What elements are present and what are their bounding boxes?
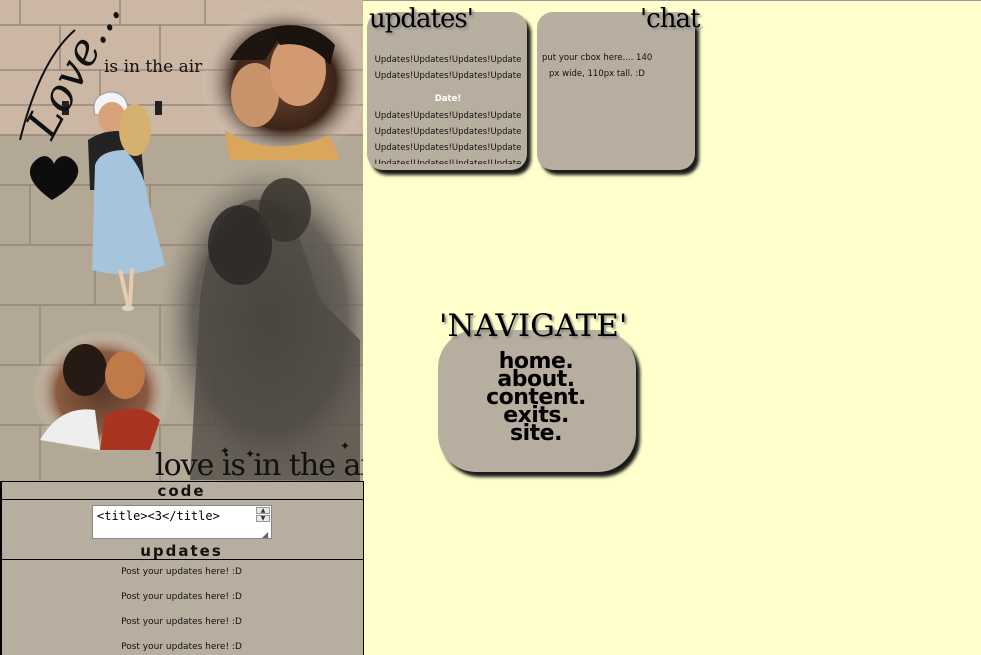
chat-text-line: px wide, 110px tall. :D xyxy=(549,69,645,79)
chat-panel xyxy=(537,12,695,170)
nav-link-site[interactable]: site. xyxy=(440,423,632,445)
update-row: Updates!Updates!Updates!Update xyxy=(374,127,522,137)
code-textarea[interactable]: <title><3</title> xyxy=(92,505,272,539)
update-row: Updates!Updates!Updates!Update xyxy=(374,159,522,164)
chat-text-line: put your cbox here.... 140 xyxy=(542,53,653,63)
svg-text:✦: ✦ xyxy=(245,447,255,461)
navigate-panel-title: 'NAVIGATE' xyxy=(439,308,628,344)
tagline-top-text: is in the air xyxy=(104,57,203,77)
scroll-down-icon[interactable]: ▼ xyxy=(256,515,270,522)
chat-placeholder-text: put your cbox here.... 140 px wide, 110p… xyxy=(542,50,692,82)
update-row: Updates!Updates!Updates!Update xyxy=(374,111,522,121)
update-row: Updates!Updates!Updates!Update xyxy=(374,143,522,153)
scroll-up-icon[interactable]: ▲ xyxy=(256,507,270,514)
update-line: Post your updates here! :D xyxy=(121,567,242,577)
update-line: Post your updates here! :D xyxy=(121,617,242,627)
chat-panel-title: 'chat xyxy=(640,4,700,34)
tagline-bottom-text: love is in the air xyxy=(155,448,363,481)
code-heading: code xyxy=(157,482,206,500)
header-collage-image: Love... is in the air love is in the air… xyxy=(0,0,363,481)
update-line: Post your updates here! :D xyxy=(121,592,242,602)
svg-text:✦: ✦ xyxy=(340,439,350,453)
resize-grip-icon[interactable]: ◢ xyxy=(262,530,268,539)
updates-panel-content[interactable]: Updates!Updates!Updates!Update Updates!U… xyxy=(368,52,528,164)
update-row: Updates!Updates!Updates!Update xyxy=(374,55,522,65)
update-row: Updates!Updates!Updates!Update xyxy=(374,71,522,81)
update-date: Date! xyxy=(434,94,462,104)
svg-text:✦: ✦ xyxy=(220,444,230,458)
updates-panel-title: updates' xyxy=(369,4,474,34)
update-line: Post your updates here! :D xyxy=(121,642,242,652)
updates-heading: updates xyxy=(140,542,223,560)
